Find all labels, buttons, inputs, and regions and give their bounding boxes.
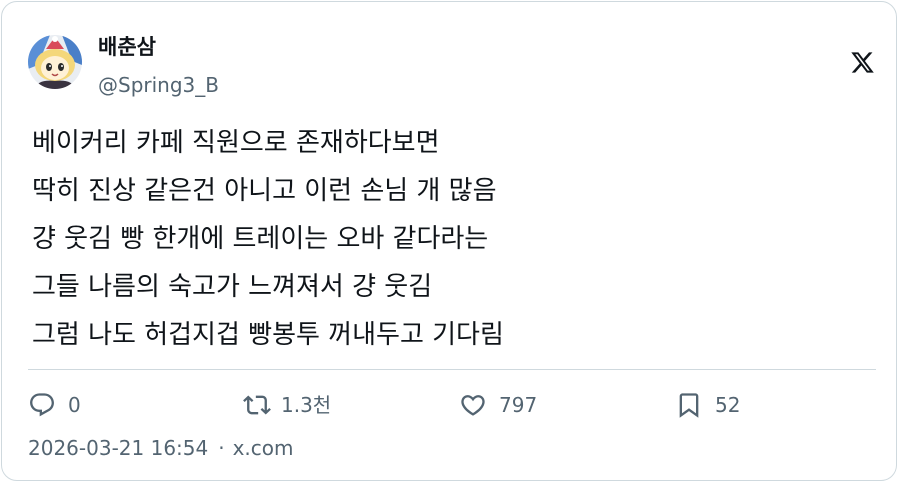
meta-separator: · [218,436,225,460]
x-logo-icon[interactable] [850,50,875,75]
heart-icon [459,391,487,419]
user-handle[interactable]: @Spring3_B [98,71,219,99]
bookmark-icon [675,391,703,419]
bookmark-count: 52 [715,393,741,417]
site-link[interactable]: x.com [233,436,294,460]
retweet-icon [243,391,271,419]
tweet-line: 그럼 나도 허겁지겁 빵봉투 꺼내두고 기다림 [32,320,504,350]
avatar-image [28,35,82,89]
retweet-count: 1.3천 [281,393,332,417]
bookmark-button[interactable]: 52 [675,388,740,422]
tweet-line: 그들 나름의 숙고가 느껴져서 걍 웃김 [32,272,433,302]
tweet-line: 걍 웃김 빵 한개에 트레이는 오바 같다라는 [32,224,489,254]
like-count: 797 [499,393,538,417]
reply-button[interactable]: 0 [28,388,81,422]
reply-count: 0 [68,393,81,417]
tweet-line: 베이커리 카페 직원으로 존재하다보면 [32,128,440,158]
timestamp[interactable]: 2026-03-21 16:54 [28,436,208,460]
retweet-button[interactable]: 1.3천 [243,388,331,422]
tweet-card: 배춘삼 @Spring3_B 베이커리 카페 직원으로 존재하다보면 딱히 진상… [1,1,897,481]
display-name[interactable]: 배춘삼 [98,32,156,62]
tweet-text: 베이커리 카페 직원으로 존재하다보면 딱히 진상 같은건 아니고 이런 손님 … [32,119,872,359]
tweet-line: 딱히 진상 같은건 아니고 이런 손님 개 많음 [32,176,497,206]
avatar[interactable] [28,35,82,89]
reply-icon [28,391,56,419]
like-button[interactable]: 797 [459,388,537,422]
tweet-meta: 2026-03-21 16:54 · x.com [28,434,294,462]
divider [28,369,876,370]
